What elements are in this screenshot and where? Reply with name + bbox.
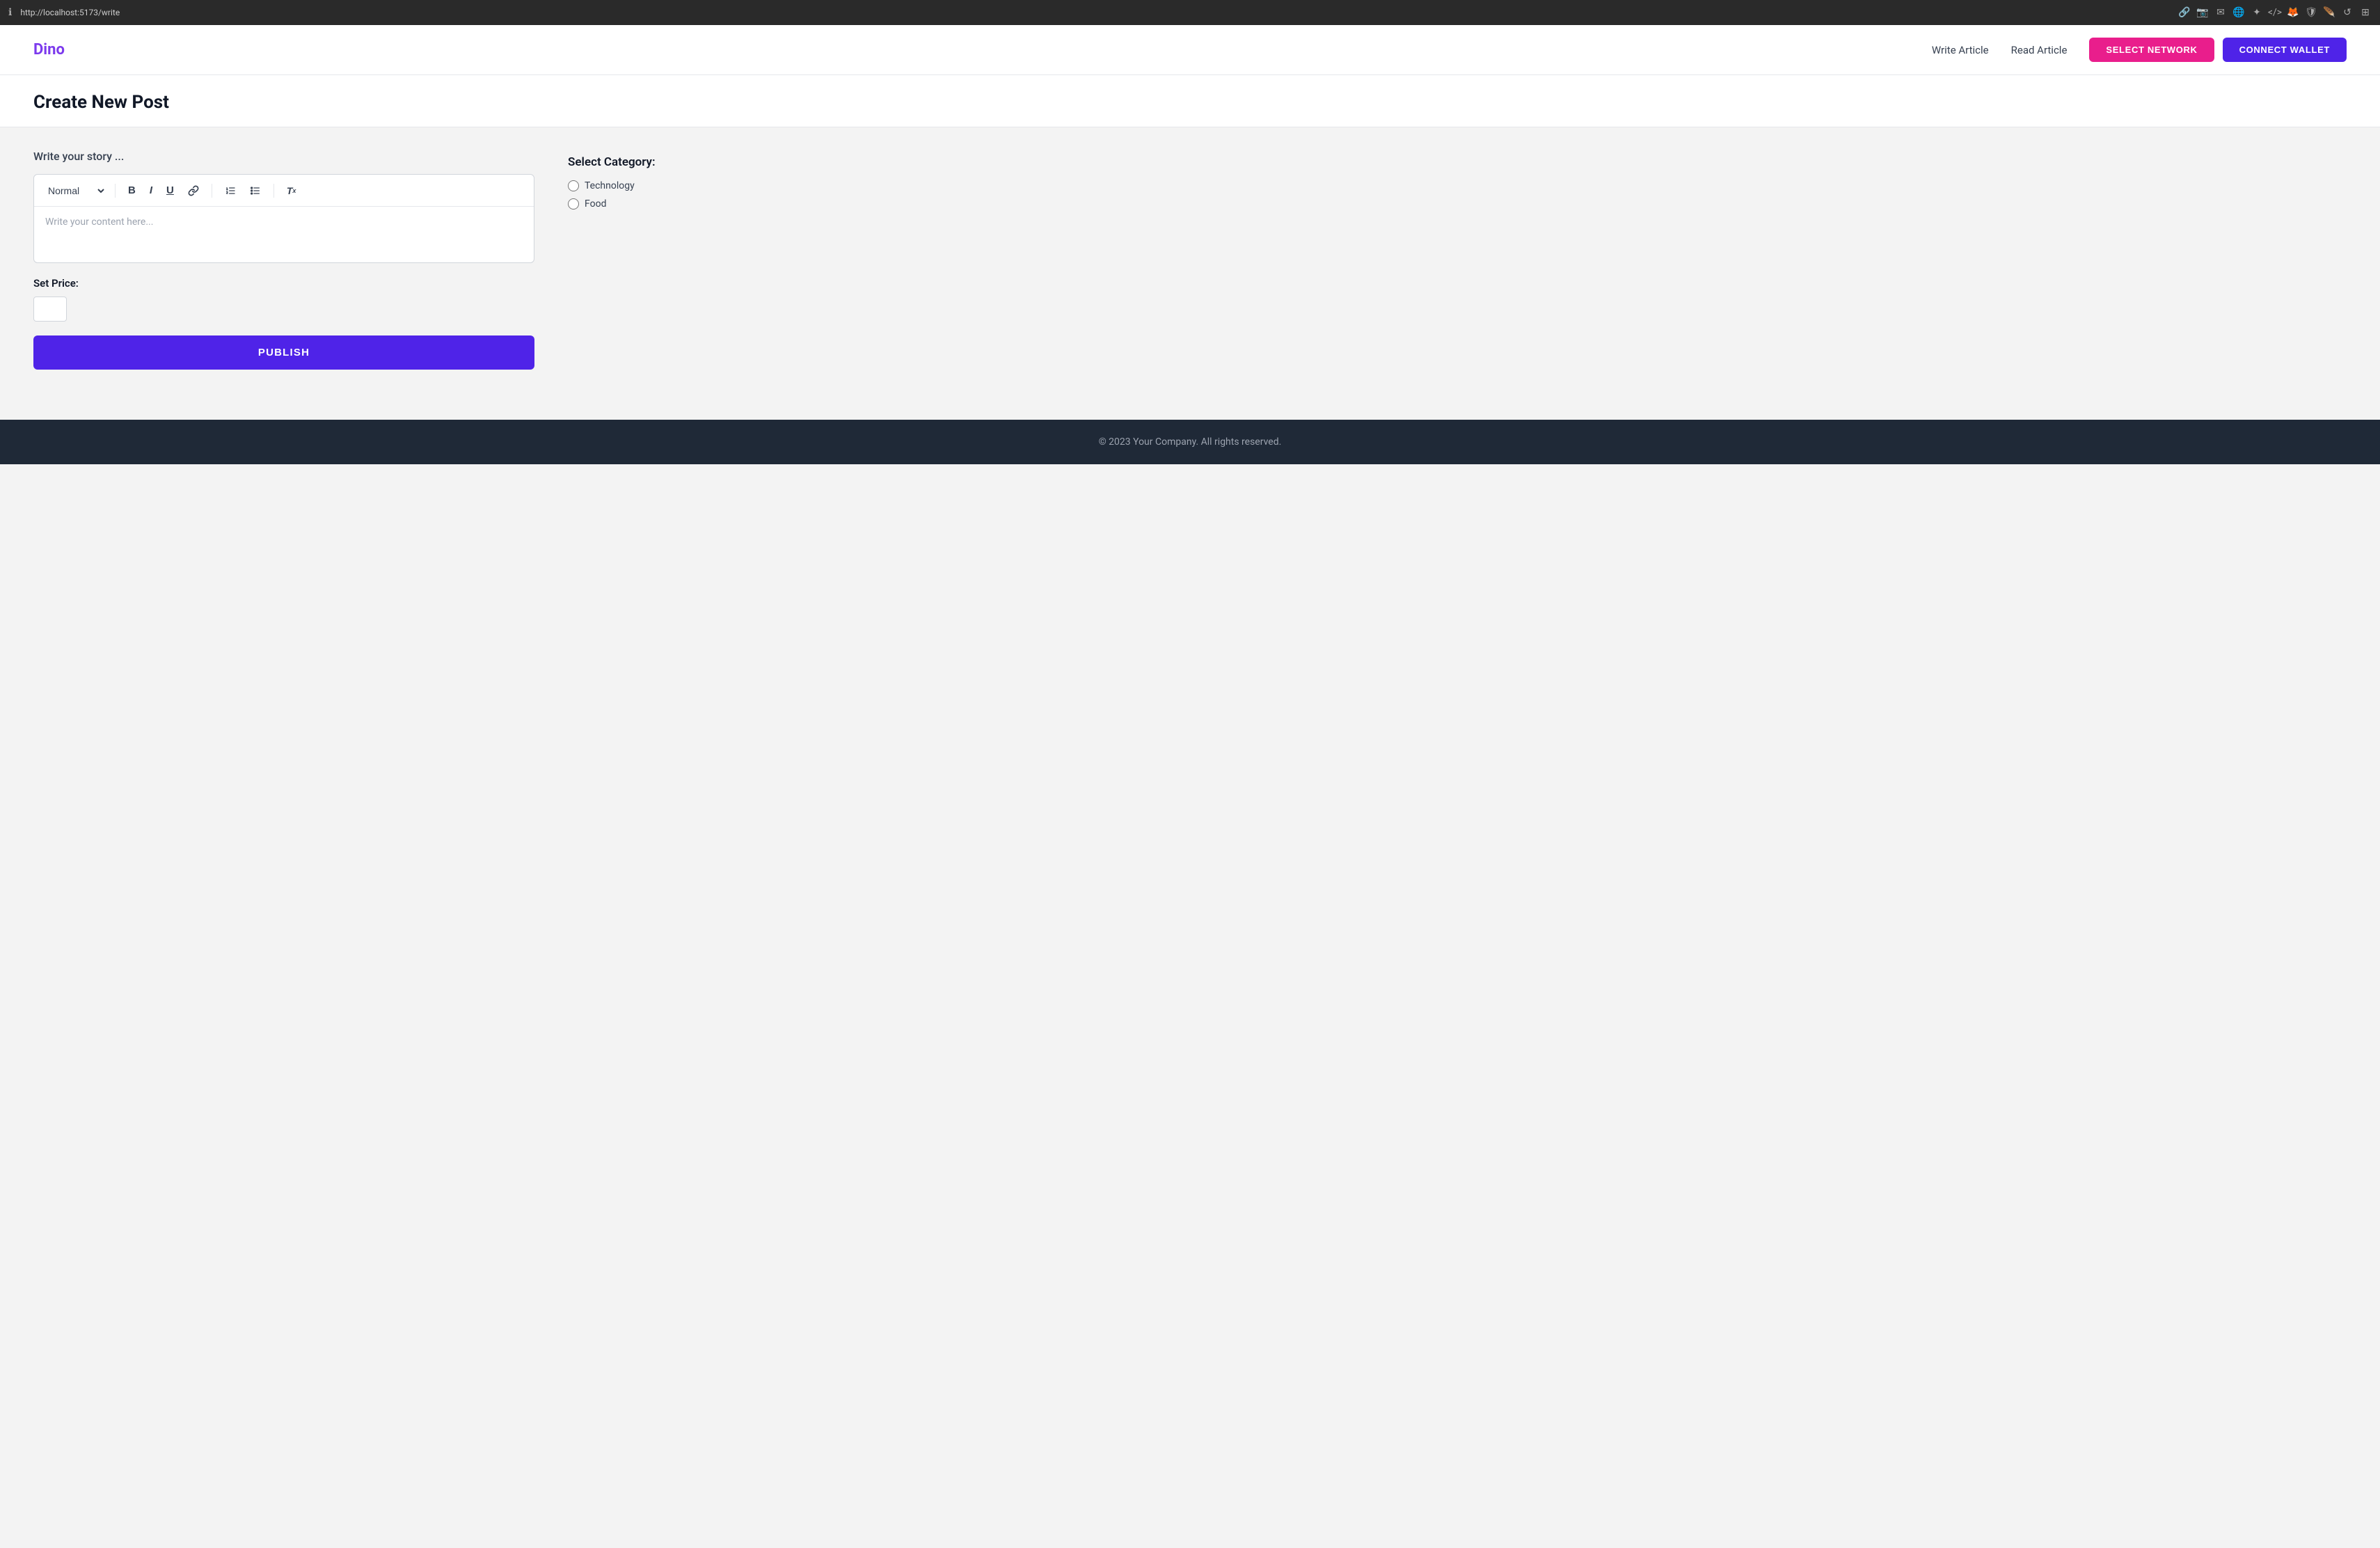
- clear-format-button[interactable]: Tx: [283, 182, 301, 199]
- browser-bar: ℹ http://localhost:5173/write 🔗 📷 ✉ 🌐 ✦ …: [0, 0, 2380, 25]
- nav-links: Write Article Read Article: [1932, 44, 2068, 56]
- page-title: Create New Post: [33, 92, 2347, 113]
- ext-grid-icon[interactable]: ⊞: [2359, 6, 2372, 19]
- italic-button[interactable]: I: [145, 182, 157, 199]
- unordered-list-button[interactable]: [246, 182, 265, 199]
- select-network-button[interactable]: SELECT NETWORK: [2089, 38, 2214, 62]
- ext-nav-icon[interactable]: ✦: [2251, 6, 2263, 19]
- nav-write-article[interactable]: Write Article: [1932, 44, 1989, 56]
- category-technology-label: Technology: [585, 180, 635, 191]
- ext-feather-icon[interactable]: 🪶: [2323, 6, 2335, 19]
- category-technology[interactable]: Technology: [568, 180, 707, 191]
- toolbar-divider-3: [273, 184, 274, 198]
- ext-mail-icon[interactable]: ✉: [2214, 6, 2227, 19]
- ext-refresh-icon[interactable]: ↺: [2341, 6, 2354, 19]
- ordered-list-button[interactable]: [221, 182, 240, 199]
- ext-fox-icon[interactable]: 🦊: [2287, 6, 2299, 19]
- price-input[interactable]: [33, 297, 67, 322]
- navbar: Dino Write Article Read Article SELECT N…: [0, 25, 2380, 75]
- category-title: Select Category:: [568, 155, 707, 169]
- ext-globe-icon[interactable]: 🌐: [2232, 6, 2245, 19]
- page-container: Write your story ... Normal Heading 1 He…: [0, 127, 2380, 392]
- footer: © 2023 Your Company. All rights reserved…: [0, 420, 2380, 464]
- category-food-label: Food: [585, 198, 606, 210]
- category-food[interactable]: Food: [568, 198, 707, 210]
- link-button[interactable]: [184, 182, 203, 199]
- format-select[interactable]: Normal Heading 1 Heading 2 Heading 3: [42, 183, 106, 198]
- ext-link-icon[interactable]: 🔗: [2178, 6, 2191, 19]
- editor-container: Normal Heading 1 Heading 2 Heading 3 B I…: [33, 174, 534, 263]
- connect-wallet-button[interactable]: CONNECT WALLET: [2223, 38, 2347, 62]
- set-price-label: Set Price:: [33, 277, 534, 290]
- ext-shield-icon[interactable]: 🛡: [2305, 6, 2317, 19]
- category-section: Select Category: Technology Food: [568, 150, 707, 216]
- bold-button[interactable]: B: [124, 182, 140, 199]
- editor-content-area[interactable]: Write your content here...: [34, 207, 534, 262]
- underline-button[interactable]: U: [162, 182, 178, 199]
- story-label: Write your story ...: [33, 150, 534, 163]
- editor-section: Write your story ... Normal Heading 1 He…: [33, 150, 534, 370]
- editor-toolbar: Normal Heading 1 Heading 2 Heading 3 B I…: [34, 175, 534, 207]
- ext-camera-icon[interactable]: 📷: [2196, 6, 2209, 19]
- main-content: Write your story ... Normal Heading 1 He…: [0, 127, 2380, 392]
- footer-text: © 2023 Your Company. All rights reserved…: [1099, 436, 1282, 448]
- category-radio-food[interactable]: [568, 198, 579, 210]
- nav-read-article[interactable]: Read Article: [2011, 44, 2068, 56]
- page-header: Create New Post: [0, 75, 2380, 127]
- browser-url: http://localhost:5173/write: [20, 8, 120, 17]
- publish-button[interactable]: PUBLISH: [33, 335, 534, 370]
- info-icon: ℹ: [8, 7, 12, 18]
- ext-code-icon[interactable]: </>: [2269, 6, 2281, 19]
- toolbar-divider-1: [115, 184, 116, 198]
- browser-extensions: 🔗 📷 ✉ 🌐 ✦ </> 🦊 🛡 🪶 ↺ ⊞: [2178, 6, 2372, 19]
- logo: Dino: [33, 41, 65, 58]
- category-radio-technology[interactable]: [568, 180, 579, 191]
- nav-buttons: SELECT NETWORK CONNECT WALLET: [2089, 38, 2347, 62]
